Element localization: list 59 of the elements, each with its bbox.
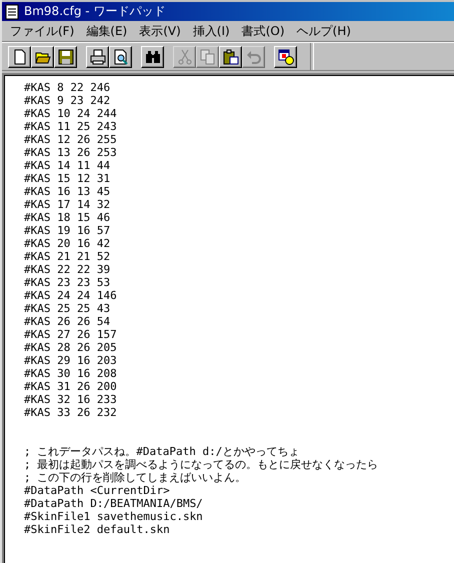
text-line: #KAS 12 26 255 — [24, 133, 118, 146]
text-line: #KAS 33 26 232 — [24, 406, 118, 419]
text-line: #KAS 32 16 233 — [24, 393, 118, 406]
text-line: ; これデータパスね。#DataPath d:/とかやってちょ — [24, 445, 300, 458]
text-line: #KAS 8 22 246 — [24, 81, 112, 94]
copy-icon — [200, 48, 216, 64]
print-preview-icon — [112, 48, 128, 64]
text-line: ; 最初は起動パスを調べるようになってるの。もとに戻せなくなったら — [24, 458, 380, 471]
text-line: #KAS 10 24 244 — [24, 107, 118, 120]
text-line: #KAS 19 16 57 — [24, 224, 112, 237]
scissors-icon — [176, 48, 192, 64]
text-line: #DataPath D:/BEATMANIA/BMS/ — [24, 497, 204, 510]
menu-item[interactable]: ヘルプ(H) — [292, 22, 355, 40]
text-line: #KAS 24 24 146 — [24, 289, 118, 302]
text-line: #KAS 25 25 43 — [24, 302, 112, 315]
notepad-icon — [4, 4, 20, 20]
toolbar-button[interactable] — [8, 46, 31, 68]
new-document-icon — [12, 48, 28, 64]
menu-item[interactable]: ファイル(F) — [6, 22, 78, 40]
clipboard-icon — [222, 48, 238, 64]
toolbar-button[interactable] — [109, 46, 132, 68]
toolbar-button[interactable] — [141, 46, 164, 68]
text-line: #KAS 15 12 31 — [24, 172, 112, 185]
undo-icon — [246, 48, 262, 64]
text-line: #KAS 26 26 54 — [24, 315, 112, 328]
text-line: #KAS 13 26 253 — [24, 146, 118, 159]
toolbar-button[interactable] — [31, 46, 54, 68]
text-line: #KAS 28 26 205 — [24, 341, 118, 354]
text-line: ; この下の行を削除してしまえばいいよん。 — [24, 471, 248, 484]
text-line: #KAS 21 21 52 — [24, 250, 112, 263]
text-line: #SkinFile1 savethemusic.skn — [24, 510, 204, 523]
toolbar-button[interactable] — [274, 46, 297, 68]
text-line: #SkinFile2 default.skn — [24, 523, 171, 536]
toolbar-button[interactable] — [219, 46, 242, 68]
text-line: #KAS 29 16 203 — [24, 354, 118, 367]
text-line: #KAS 30 16 208 — [24, 367, 118, 380]
menu-item[interactable]: 編集(E) — [82, 22, 132, 40]
text-line: #KAS 22 22 39 — [24, 263, 112, 276]
text-line: #KAS 27 26 157 — [24, 328, 118, 341]
toolbar-button[interactable] — [54, 46, 77, 68]
text-line: #KAS 17 14 32 — [24, 198, 112, 211]
calendar-clock-icon — [278, 48, 294, 64]
menu-item[interactable]: 表示(V) — [135, 22, 185, 40]
menu-item[interactable]: 書式(O) — [238, 22, 289, 40]
menu-item[interactable]: 挿入(I) — [188, 22, 234, 40]
toolbar-button[interactable] — [86, 46, 109, 68]
text-line: #KAS 31 26 200 — [24, 380, 118, 393]
text-line: #KAS 16 13 45 — [24, 185, 112, 198]
text-line: #KAS 14 11 44 — [24, 159, 112, 172]
text-line: #KAS 9 23 242 — [24, 94, 112, 107]
window-title: Bm98.cfg - ワードパッド — [24, 3, 166, 20]
text-line: #KAS 11 25 243 — [24, 120, 118, 133]
document-area[interactable] — [2, 73, 454, 563]
printer-icon — [90, 48, 106, 64]
text-line: #KAS 23 23 53 — [24, 276, 112, 289]
text-line: #KAS 18 15 46 — [24, 211, 112, 224]
text-line: #KAS 20 16 42 — [24, 237, 112, 250]
binoculars-icon — [144, 48, 160, 64]
text-line: #DataPath <CurrentDir> — [24, 484, 171, 497]
